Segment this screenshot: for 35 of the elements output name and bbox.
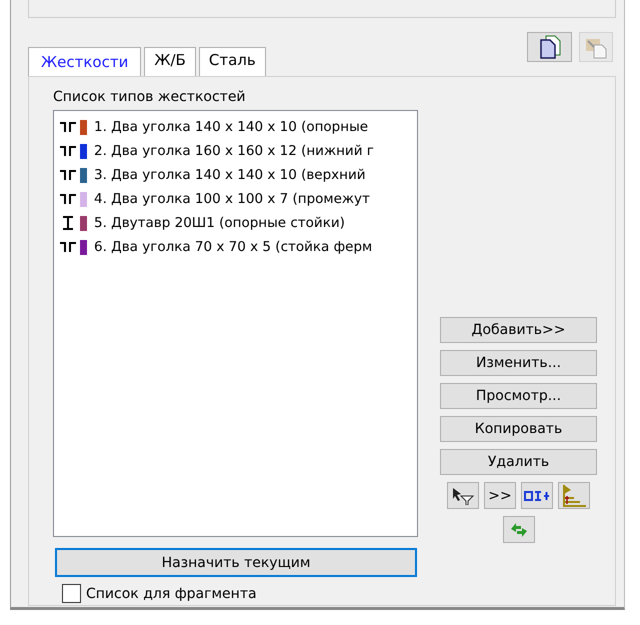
section-icon xyxy=(524,490,550,500)
list-label: Список типов жесткостей xyxy=(53,89,247,105)
list-item[interactable]: 3. Два уголка 140 x 140 x 10 (верхний xyxy=(94,167,366,183)
action-button[interactable]: Изменить... xyxy=(440,350,597,376)
action-button[interactable]: Просмотр... xyxy=(440,383,597,409)
levels-icon xyxy=(561,484,587,508)
tab[interactable]: Ж/Б xyxy=(144,47,196,76)
action-button[interactable]: Копировать xyxy=(440,416,597,442)
tab[interactable]: Жесткости xyxy=(28,47,142,77)
list-item[interactable]: 1. Два уголка 140 x 140 x 10 (опорные xyxy=(94,119,368,135)
copy-icon xyxy=(538,35,560,59)
list-item[interactable]: 5. Двутавр 20Ш1 (опорные стойки) xyxy=(94,215,345,231)
action-button[interactable]: Удалить xyxy=(440,449,597,475)
double-angle-icon xyxy=(60,146,76,156)
assign-current-button[interactable]: Назначить текущим xyxy=(55,548,417,577)
section-button[interactable] xyxy=(521,482,553,509)
checkbox[interactable] xyxy=(62,584,81,603)
list-item[interactable]: 6. Два уголка 70 x 70 x 5 (стойка ферм xyxy=(94,239,372,255)
select-filter-button[interactable] xyxy=(447,482,479,509)
refresh-button[interactable] xyxy=(502,516,534,543)
double-angle-icon xyxy=(60,122,76,132)
double-angle-icon xyxy=(60,242,76,252)
cursor-filter-icon xyxy=(452,486,474,504)
action-button[interactable]: Добавить>> xyxy=(440,317,597,343)
list-item[interactable]: 4. Два уголка 100 x 100 x 7 (промежут xyxy=(94,191,370,207)
levels-button[interactable] xyxy=(558,482,590,509)
more-button[interactable]: >> xyxy=(484,482,516,509)
double-angle-icon xyxy=(60,170,76,180)
refresh-arrows-icon xyxy=(508,520,528,538)
list-item[interactable]: 2. Два уголка 160 x 160 x 12 (нижний г xyxy=(94,143,374,159)
copy-button[interactable] xyxy=(527,32,572,62)
double-angle-icon xyxy=(60,194,76,204)
i-beam-icon xyxy=(60,216,76,230)
tab[interactable]: Сталь xyxy=(198,47,266,76)
checkbox-label: Список для фрагмента xyxy=(86,586,257,602)
